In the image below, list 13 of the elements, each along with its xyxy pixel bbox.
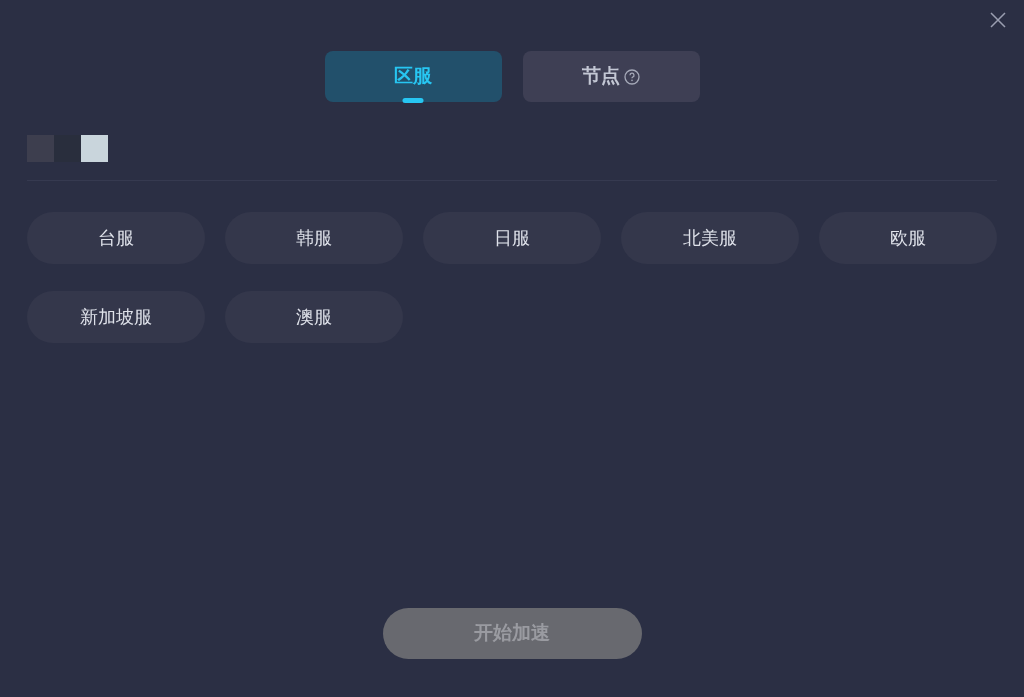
- region-button[interactable]: 北美服: [621, 212, 799, 264]
- region-button[interactable]: 欧服: [819, 212, 997, 264]
- active-indicator: [402, 98, 424, 103]
- tab[interactable]: 区服: [324, 51, 502, 102]
- region-button[interactable]: 日服: [423, 212, 601, 264]
- region-button[interactable]: 新加坡服: [27, 291, 205, 343]
- placeholder-block: [81, 135, 108, 162]
- region-button[interactable]: 台服: [27, 212, 205, 264]
- tab[interactable]: 节点: [522, 51, 700, 102]
- close-icon[interactable]: [990, 12, 1006, 28]
- placeholder-block: [54, 135, 81, 162]
- region-button[interactable]: 韩服: [225, 212, 403, 264]
- region-button[interactable]: 澳服: [225, 291, 403, 343]
